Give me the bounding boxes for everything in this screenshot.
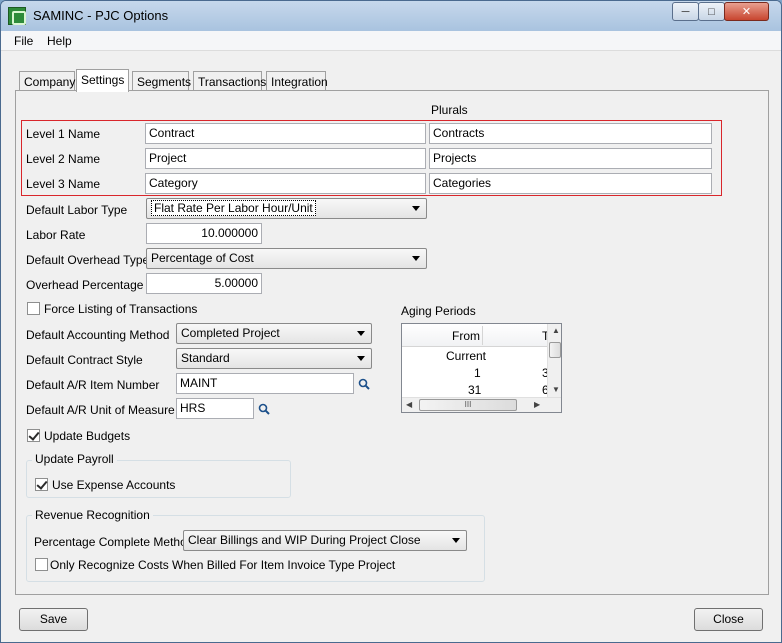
update-budgets-label: Update Budgets [44,429,131,443]
accounting-method-label: Default Accounting Method [26,328,170,342]
close-button[interactable]: Close [694,608,763,631]
aging-header-from: From [452,329,480,343]
default-overhead-type-select[interactable]: Percentage of Cost [146,248,427,269]
menu-help[interactable]: Help [47,34,72,48]
only-recognize-costs-checkbox[interactable] [35,558,48,571]
scroll-left-icon[interactable]: ◀ [406,400,412,409]
revenue-recognition-title: Revenue Recognition [32,508,153,522]
scroll-up-icon[interactable]: ▲ [552,326,560,335]
contract-style-label: Default Contract Style [26,353,143,367]
tab-integration[interactable]: Integration [266,71,328,91]
maximize-icon: □ [708,5,715,18]
level-1-label: Level 1 Name [26,127,101,141]
level-2-label: Level 2 Name [26,152,101,166]
update-payroll-title: Update Payroll [32,452,117,466]
aging-horizontal-scrollbar[interactable]: ◀ III ▶ [402,397,561,412]
ar-item-number-label: Default A/R Item Number [26,378,160,392]
labor-rate-input[interactable]: 10.000000 [146,223,262,244]
save-button[interactable]: Save [19,608,88,631]
chevron-down-icon [412,256,420,261]
app-icon [8,7,26,25]
tab-settings[interactable]: Settings [76,69,129,92]
level-1-plural-input[interactable]: Contracts [429,123,712,144]
default-overhead-type-value: Percentage of Cost [151,251,254,265]
table-row[interactable]: 1 3 [402,364,549,380]
pjc-options-window: SAMINC - PJC Options ─ □ ✕ File Help Com… [0,0,782,643]
labor-rate-label: Labor Rate [26,228,86,242]
tab-transactions[interactable]: Transactions [193,71,266,91]
scroll-thumb[interactable]: III [419,399,517,411]
accounting-method-select[interactable]: Completed Project [176,323,372,344]
default-overhead-type-label: Default Overhead Type [26,253,150,267]
ar-uom-label: Default A/R Unit of Measure [26,403,175,417]
overhead-percentage-label: Overhead Percentage [26,278,144,292]
aging-vertical-scrollbar[interactable]: ▲ ▼ [547,324,561,397]
aging-row-from: 1 [474,366,481,380]
aging-row-from: Current [446,349,487,363]
chevron-down-icon [412,206,420,211]
chevron-down-icon [452,538,460,543]
ar-uom-input[interactable]: HRS [176,398,254,419]
percentage-complete-value: Clear Billings and WIP During Project Cl… [188,533,421,547]
minimize-button[interactable]: ─ [672,2,699,21]
aging-row-from: 31 [468,383,482,397]
use-expense-accounts-label: Use Expense Accounts [52,478,176,492]
level-1-name-input[interactable]: Contract [145,123,426,144]
table-row[interactable]: 31 6 [402,381,549,397]
default-labor-type-label: Default Labor Type [26,203,128,217]
level-3-label: Level 3 Name [26,177,101,191]
tab-segments[interactable]: Segments [132,71,191,91]
search-icon[interactable] [258,403,270,415]
level-2-plural-input[interactable]: Projects [429,148,712,169]
contract-style-select[interactable]: Standard [176,348,372,369]
header-divider [482,326,483,345]
close-window-button[interactable]: ✕ [724,2,769,21]
percentage-complete-label: Percentage Complete Method [34,535,194,549]
force-listing-label: Force Listing of Transactions [44,302,198,316]
overhead-percentage-input[interactable]: 5.00000 [146,273,262,294]
close-icon: ✕ [741,6,752,18]
use-expense-accounts-checkbox[interactable] [35,478,48,491]
force-listing-checkbox[interactable] [27,302,40,315]
default-labor-type-select[interactable]: Flat Rate Per Labor Hour/Unit [146,198,427,219]
only-recognize-costs-label: Only Recognize Costs When Billed For Ite… [50,558,396,572]
accounting-method-value: Completed Project [181,326,280,340]
menu-bar: File Help [1,31,781,51]
aging-grid-header: From T [402,324,549,347]
chevron-down-icon [357,356,365,361]
level-2-name-input[interactable]: Project [145,148,426,169]
default-labor-type-value: Flat Rate Per Labor Hour/Unit [151,200,316,216]
maximize-button[interactable]: □ [698,2,725,21]
chevron-down-icon [357,331,365,336]
percentage-complete-select[interactable]: Clear Billings and WIP During Project Cl… [183,530,467,551]
scroll-right-icon[interactable]: ▶ [534,400,540,409]
update-budgets-checkbox[interactable] [27,429,40,442]
aging-periods-label: Aging Periods [401,304,476,318]
plurals-header: Plurals [431,103,468,117]
minimize-icon: ─ [681,5,690,18]
title-bar: SAMINC - PJC Options ─ □ ✕ [1,1,781,31]
scroll-down-icon[interactable]: ▼ [552,385,560,394]
search-icon[interactable] [358,378,370,390]
menu-file[interactable]: File [14,34,33,48]
tab-company[interactable]: Company [19,71,75,91]
table-row[interactable]: Current [402,347,547,363]
ar-item-number-input[interactable]: MAINT [176,373,354,394]
scroll-thumb[interactable] [549,342,561,358]
level-3-name-input[interactable]: Category [145,173,426,194]
window-title: SAMINC - PJC Options [33,8,169,23]
contract-style-value: Standard [181,351,230,365]
aging-periods-grid[interactable]: From T Current 1 3 31 6 ▲ ▼ ◀ III ▶ [401,323,562,413]
level-3-plural-input[interactable]: Categories [429,173,712,194]
